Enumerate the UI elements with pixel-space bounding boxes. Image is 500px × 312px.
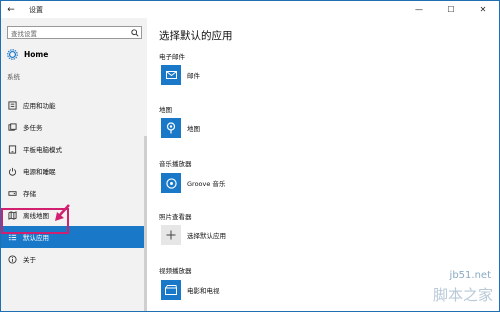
sidebar-item-power-sleep[interactable]: 电源和睡眠 (1, 160, 147, 182)
title-bar: ← 设置 — ☐ ✕ (1, 1, 499, 18)
apps-list-icon (7, 100, 17, 110)
window-title: 设置 (29, 5, 43, 14)
close-button[interactable]: ✕ (467, 1, 499, 18)
window-controls: — ☐ ✕ (403, 1, 499, 18)
groove-icon (161, 173, 181, 193)
category-label-photos: 照片查看器 (159, 213, 192, 221)
close-icon: ✕ (479, 5, 487, 14)
search-placeholder: 查找设置 (11, 29, 37, 38)
search-icon[interactable] (129, 28, 141, 37)
app-name: 邮件 (187, 72, 200, 80)
power-icon (7, 166, 17, 176)
sidebar-item-label: 平板电脑模式 (23, 146, 62, 154)
settings-window: ← 设置 — ☐ ✕ 查找设置 Home 系统 应用和功能 多任务 平板电脑模式… (0, 0, 500, 312)
sidebar-item-label: 应用和功能 (23, 102, 56, 110)
sidebar-item-label: 多任务 (23, 124, 43, 132)
annotation-arrow-icon (55, 204, 70, 221)
maximize-button[interactable]: ☐ (435, 1, 467, 18)
back-arrow-icon: ← (7, 4, 15, 15)
category-label-music: 音乐播放器 (159, 160, 192, 168)
sidebar: 查找设置 Home 系统 应用和功能 多任务 平板电脑模式 电源和睡眠 存储 离… (1, 18, 147, 311)
app-name: 地图 (187, 125, 200, 133)
home-link[interactable]: Home (7, 45, 48, 64)
maps-icon (161, 118, 181, 138)
minimize-button[interactable]: — (403, 1, 435, 18)
storage-icon (7, 188, 17, 198)
watermark-brand: 脚本之家 (432, 286, 493, 304)
watermark-url: jb51.net (449, 270, 491, 281)
plus-icon (161, 225, 181, 245)
category-label-maps: 地图 (159, 106, 172, 114)
sidebar-item-tablet-mode[interactable]: 平板电脑模式 (1, 138, 147, 160)
maximize-icon: ☐ (447, 5, 455, 14)
app-name: Groove 音乐 (187, 180, 226, 188)
default-app-maps-button[interactable]: 地图 (161, 118, 200, 138)
watermark: jb51.net 脚本之家 (369, 256, 499, 311)
mail-icon (161, 65, 181, 85)
sidebar-item-multitask[interactable]: 多任务 (1, 116, 147, 138)
default-app-video-button[interactable]: 电影和电视 (161, 280, 220, 300)
sidebar-item-label: 电源和睡眠 (23, 168, 56, 176)
sidebar-item-label: 存储 (23, 190, 36, 198)
sidebar-item-label: 关于 (23, 256, 36, 264)
gear-icon (7, 45, 18, 64)
movies-icon (161, 280, 181, 300)
default-app-email-button[interactable]: 邮件 (161, 65, 200, 85)
category-label-video: 视频播放器 (159, 267, 192, 275)
sidebar-item-storage[interactable]: 存储 (1, 182, 147, 204)
minimize-icon: — (415, 5, 423, 14)
app-name: 选择默认应用 (187, 232, 226, 240)
section-label-system: 系统 (7, 73, 20, 81)
search-input[interactable]: 查找设置 (7, 26, 142, 39)
page-title: 选择默认的应用 (159, 30, 233, 42)
default-app-photos-button[interactable]: 选择默认应用 (161, 225, 226, 245)
sidebar-item-about[interactable]: 关于 (1, 248, 147, 270)
category-label-email: 电子邮件 (159, 53, 185, 61)
sidebar-item-apps-features[interactable]: 应用和功能 (1, 94, 147, 116)
back-button[interactable]: ← (1, 1, 21, 18)
multitask-icon (7, 122, 17, 132)
app-name: 电影和电视 (187, 287, 220, 295)
home-label: Home (24, 50, 49, 59)
info-icon (7, 254, 17, 264)
default-app-music-button[interactable]: Groove 音乐 (161, 173, 225, 193)
tablet-mode-icon (7, 144, 17, 154)
